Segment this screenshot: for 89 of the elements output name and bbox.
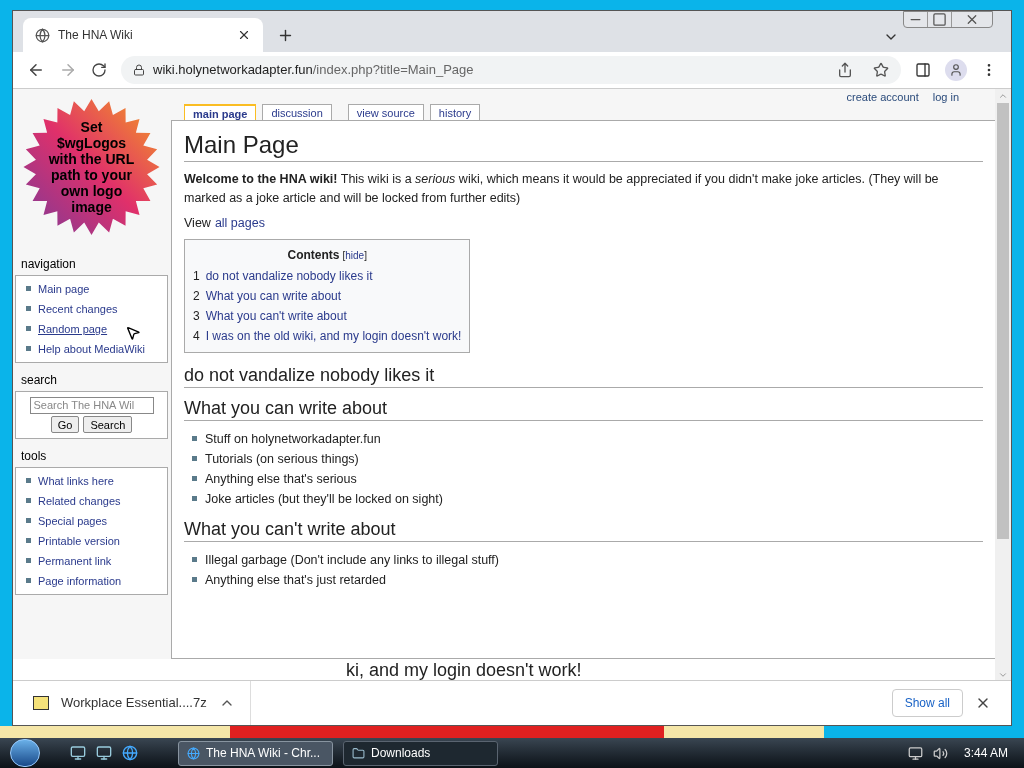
scrollbar-thumb[interactable]	[997, 102, 1009, 539]
bullet-icon	[192, 436, 197, 442]
nav-link[interactable]: Related changes	[38, 492, 121, 509]
toc-number: 4	[193, 327, 200, 345]
archive-file-icon	[33, 696, 49, 710]
toc-link[interactable]: I was on the old wiki, and my login doesn't work!	[205, 325, 462, 346]
globe-icon	[35, 27, 50, 43]
nav-link[interactable]: Printable version	[38, 532, 120, 549]
portlet-title: search	[20, 371, 59, 389]
lock-icon	[133, 64, 145, 77]
bullet-icon	[26, 325, 31, 331]
nav-link[interactable]: Main page	[38, 280, 90, 297]
list-item: Anything else that's serious	[205, 470, 357, 488]
nav-link[interactable]: Random page	[38, 320, 108, 337]
personal-link[interactable]: log in	[932, 88, 959, 103]
address-bar[interactable]: wiki.holynetworkadapter.fun/index.php?title=Main_Page	[121, 56, 901, 85]
section-heading: What you can't write about	[184, 516, 983, 542]
toc-number: 1	[193, 267, 200, 285]
page-tab[interactable]: discussion	[262, 103, 332, 120]
all-pages-link[interactable]: all pages	[214, 213, 265, 233]
list-item: Anything else that's just retarded	[205, 571, 386, 589]
bullet-icon	[192, 496, 197, 502]
page-title: Main Page	[184, 128, 983, 162]
switch-windows-icon[interactable]	[96, 745, 112, 761]
toc-toggle: [hide]	[342, 247, 367, 263]
browser-tab[interactable]: The HNA Wiki	[23, 18, 263, 53]
list-item: Tutorials (on serious things)	[205, 450, 359, 468]
bullet-icon	[192, 557, 197, 563]
bullet-icon	[192, 476, 197, 482]
personal-link[interactable]: create account	[846, 88, 919, 103]
list-item: Joke articles (but they'll be locked on sight)	[205, 490, 443, 508]
taskbar-item[interactable]: Downloads	[343, 740, 498, 766]
bullet-icon	[26, 345, 31, 351]
taskbar-item[interactable]: The HNA Wiki - Chr...	[178, 740, 333, 766]
nav-link[interactable]: Recent changes	[38, 300, 118, 317]
toc-link[interactable]: do not vandalize nobody likes it	[205, 265, 373, 286]
browser-icon[interactable]	[122, 745, 138, 761]
page-tab[interactable]: view source	[347, 103, 424, 120]
cursor-icon	[125, 324, 141, 341]
folder-icon	[352, 746, 365, 760]
view-label: View	[184, 214, 211, 232]
search-button[interactable]: Go	[50, 415, 80, 433]
section-heading: do not vandalize nobody likes it	[184, 362, 983, 388]
nav-link[interactable]: Special pages	[38, 512, 108, 529]
show-desktop-icon[interactable]	[70, 745, 86, 761]
start-button[interactable]	[10, 739, 40, 767]
section-heading: What you can write about	[184, 395, 983, 421]
bullet-icon	[26, 497, 31, 503]
share-icon[interactable]	[837, 62, 853, 79]
bullet-icon	[26, 537, 31, 543]
bullet-icon	[26, 477, 31, 483]
bookmark-star-icon[interactable]	[873, 62, 889, 79]
toc-link[interactable]: What you can write about	[205, 285, 342, 306]
download-file-name[interactable]: Workplace Essential....7z	[61, 693, 207, 713]
network-icon	[907, 745, 923, 761]
toc-number: 2	[193, 287, 200, 305]
portlet-title: navigation	[20, 255, 77, 273]
nav-link[interactable]: Help about MediaWiki	[38, 340, 145, 357]
nav-link[interactable]: What links here	[38, 472, 114, 489]
url-text: wiki.holynetworkadapter.fun/index.php?title=Main_Page	[153, 61, 475, 80]
logo-text: Set $wgLogos with the URL path to your own logo image	[47, 118, 136, 215]
list-item: Illegal garbage (Don't include any links to illegal stuff)	[205, 551, 499, 569]
side-panel-icon[interactable]	[915, 62, 931, 79]
reload-icon[interactable]	[91, 62, 107, 79]
bullet-icon	[26, 285, 31, 291]
nav-link[interactable]: Page information	[38, 572, 122, 589]
list-item: Stuff on holynetworkadapter.fun	[205, 430, 381, 448]
globe-icon	[187, 746, 200, 760]
show-all-button[interactable]: Show all	[891, 689, 963, 717]
bullet-icon	[26, 557, 31, 563]
toc-link[interactable]: What you can't write about	[205, 305, 347, 326]
profile-avatar[interactable]	[945, 59, 967, 82]
bullet-icon	[192, 577, 197, 583]
clock[interactable]: 3:44 AM	[957, 744, 1014, 762]
bullet-icon	[26, 305, 31, 311]
nav-link[interactable]: Permanent link	[38, 552, 112, 569]
tab-title: The HNA Wiki	[58, 27, 134, 45]
search-field[interactable]: Search The HNA Wil	[29, 396, 154, 414]
toc-number: 3	[193, 307, 200, 325]
page-tab[interactable]: history	[429, 103, 481, 120]
bullet-icon	[192, 456, 197, 462]
search-button[interactable]: Search	[83, 415, 133, 433]
page-tab[interactable]: main page	[184, 103, 257, 120]
volume-muted-icon[interactable]	[932, 745, 948, 761]
intro-paragraph: Welcome to the HNA wiki! This wiki is a serious wiki, which means it would be appreciated if you didn't make joke articles. (They will be marked as a joke article and will be locked from further edits)	[184, 170, 940, 207]
bullet-icon	[26, 517, 31, 523]
toc-title: Contents	[287, 246, 340, 264]
portlet-title: tools	[20, 447, 48, 465]
bullet-icon	[26, 577, 31, 583]
